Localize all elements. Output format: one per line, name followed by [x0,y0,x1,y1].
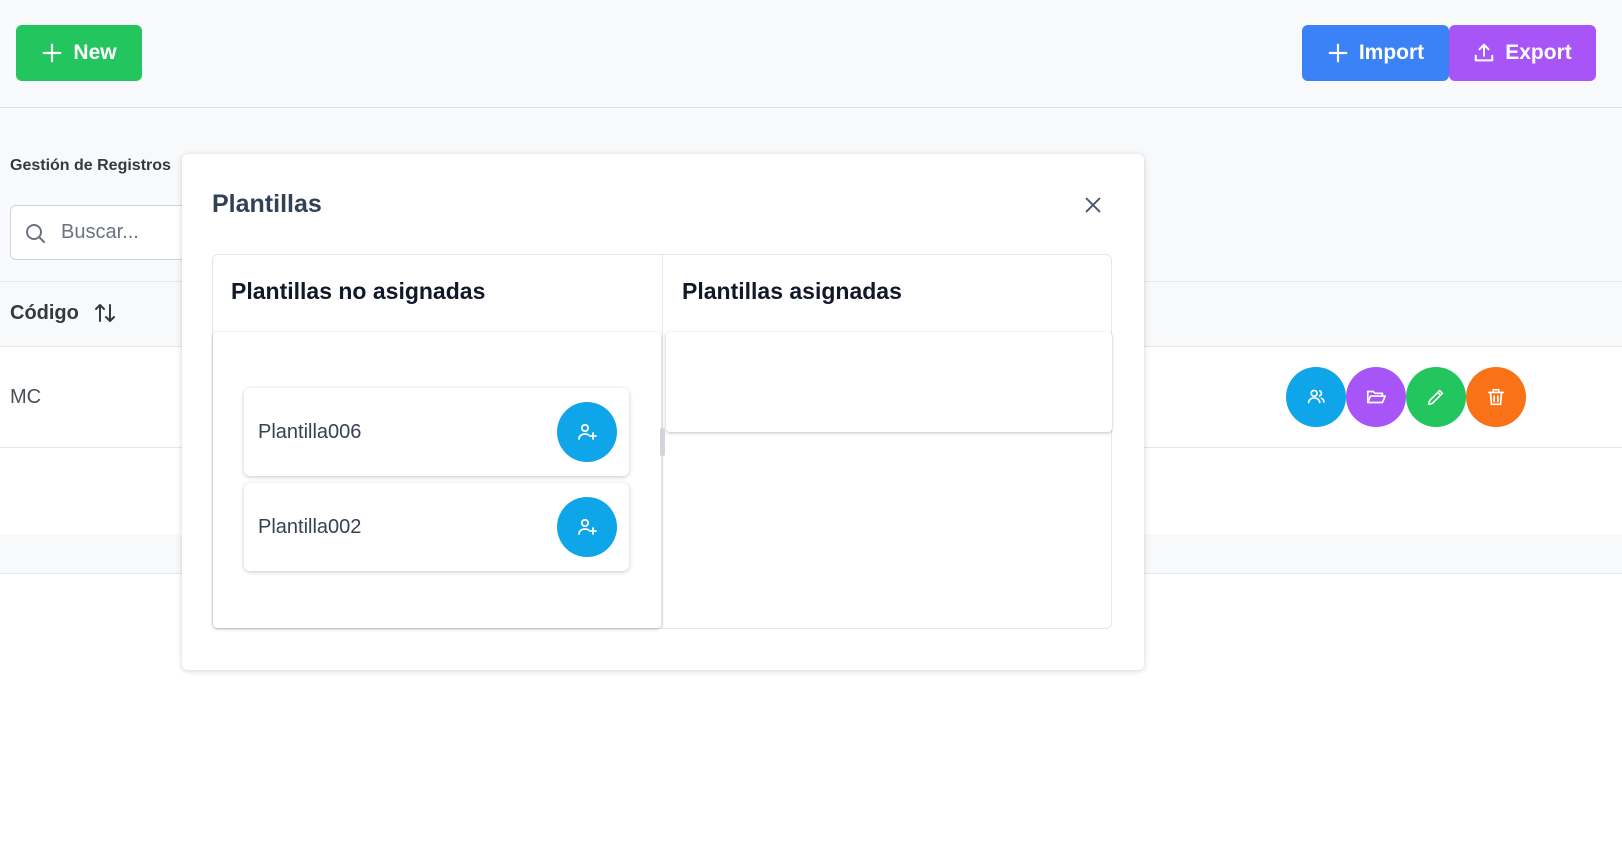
list-item-label: Plantilla002 [258,516,362,538]
scrollbar[interactable] [660,428,665,456]
plus-icon [43,43,62,63]
delete-button[interactable] [1466,367,1526,427]
user-plus-icon [578,518,597,535]
assign-item-button[interactable] [557,497,617,557]
new-button[interactable]: New [16,25,142,81]
pencil-icon [1427,389,1444,406]
import-button-label: Import [1358,41,1425,64]
close-icon [1085,197,1101,213]
column-header-label: Código [10,301,79,324]
export-button[interactable]: Export [1449,25,1596,81]
folder-open-icon [1366,390,1386,404]
trash-icon [1487,388,1505,406]
new-button-label: New [73,41,117,64]
assign-users-button[interactable] [1286,367,1346,427]
list-item[interactable]: Plantilla002 [244,483,629,571]
target-list-header: Plantillas asignadas [682,278,902,304]
table-cell-codigo: MC [10,386,42,408]
list-item-label: Plantilla006 [258,421,362,443]
search-icon [26,223,45,243]
source-list-header: Plantillas no asignadas [231,278,486,304]
source-list[interactable] [213,332,661,628]
user-plus-icon [578,423,597,440]
export-button-label: Export [1505,41,1572,64]
plus-icon [1328,43,1348,63]
upload-icon [1474,43,1494,62]
close-button[interactable] [1078,190,1108,220]
sort-icon[interactable] [93,301,117,325]
users-icon [1307,389,1325,404]
import-button[interactable]: Import [1302,25,1449,81]
dialog-title: Plantillas [212,190,322,218]
target-list[interactable] [666,332,1112,432]
section-title: Gestión de Registros [10,157,171,174]
assign-item-button[interactable] [557,402,617,462]
open-folder-button[interactable] [1346,367,1406,427]
search-input[interactable]: Buscar... [61,221,139,244]
search-box[interactable]: Buscar... [10,205,210,260]
column-header-codigo[interactable]: Código [10,301,117,325]
edit-button[interactable] [1406,367,1466,427]
list-item[interactable]: Plantilla006 [244,388,629,476]
